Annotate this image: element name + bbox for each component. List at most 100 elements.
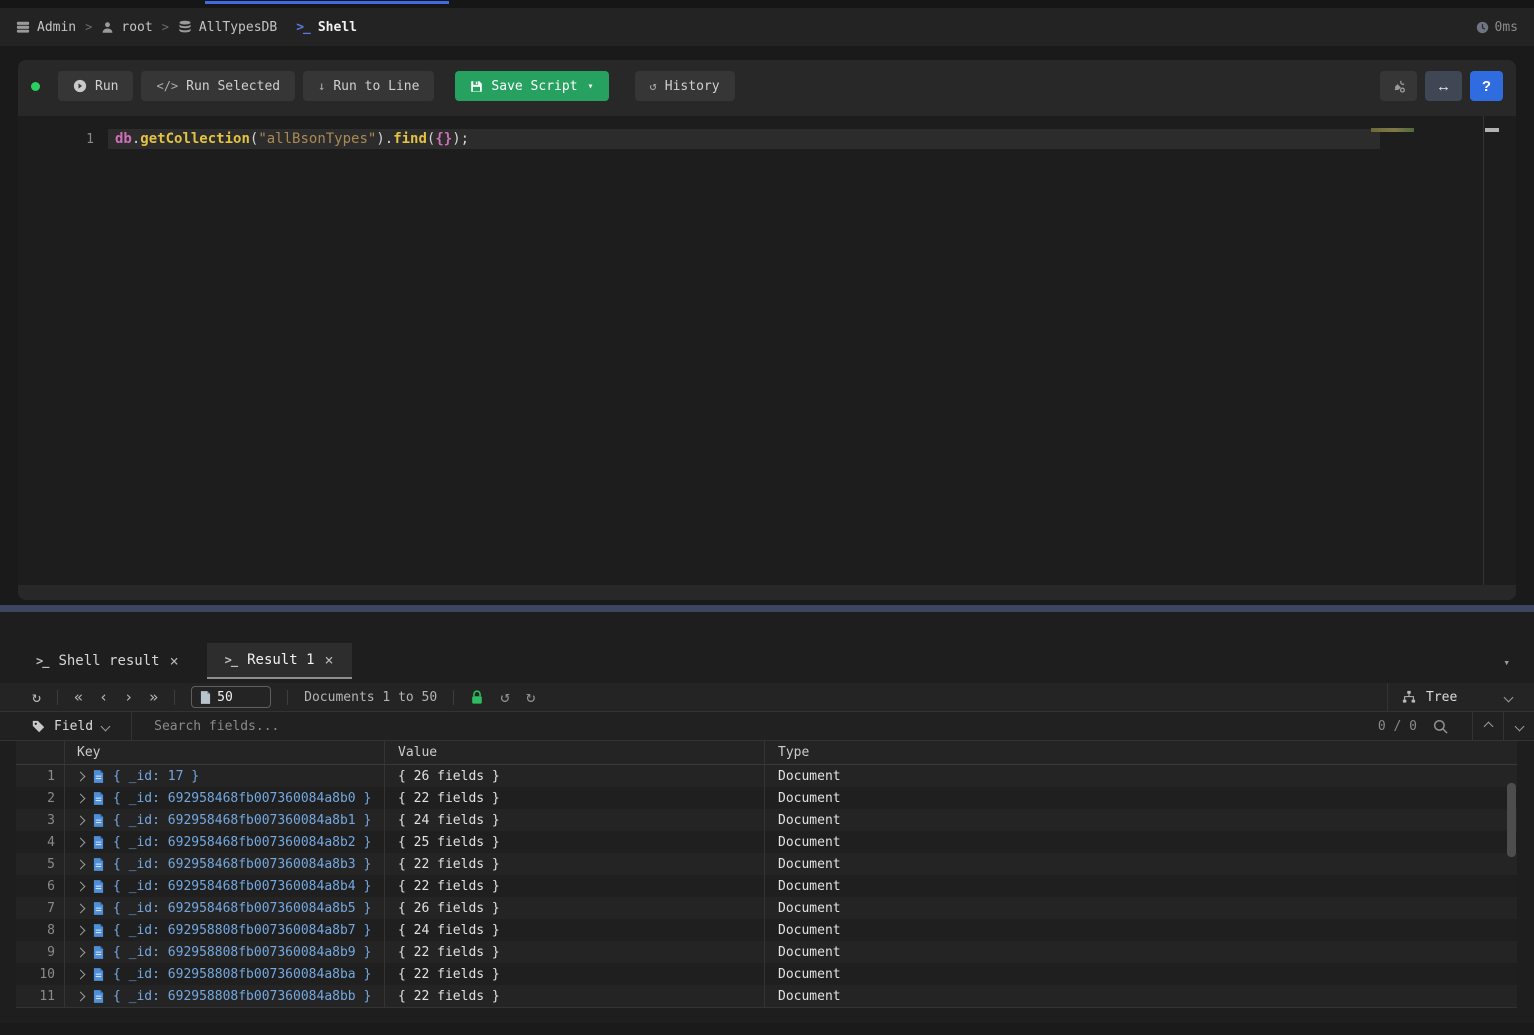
row-key-cell[interactable]: { _id: 692958468fb007360084a8b4 } [64,875,384,897]
row-value-cell[interactable]: { 22 fields } [384,985,764,1007]
row-value-cell[interactable]: { 24 fields } [384,809,764,831]
breadcrumb-item-shell[interactable]: >_ Shell [296,20,357,35]
search-fields-input[interactable] [142,719,1368,734]
table-row[interactable]: 1 { _id: 17 } { 26 fields } Document [16,765,1517,787]
close-icon[interactable]: × [325,651,334,669]
column-header-value[interactable]: Value [384,741,764,764]
document-icon [93,968,104,981]
tabs-overflow-caret-icon[interactable]: ▾ [1503,656,1510,669]
table-row[interactable]: 5 { _id: 692958468fb007360084a8b3 } { 22… [16,853,1517,875]
breadcrumb-item-user[interactable]: root [101,20,152,35]
expand-chevron-icon[interactable] [76,969,86,979]
row-value-cell[interactable]: { 22 fields } [384,875,764,897]
row-value-cell[interactable]: { 22 fields } [384,787,764,809]
row-key-cell[interactable]: { _id: 692958468fb007360084a8b2 } [64,831,384,853]
table-row[interactable]: 2 { _id: 692958468fb007360084a8b0 } { 22… [16,787,1517,809]
previous-match-button[interactable] [1473,712,1503,740]
table-row[interactable]: 3 { _id: 692958468fb007360084a8b1 } { 24… [16,809,1517,831]
next-match-button[interactable] [1504,712,1534,740]
document-icon [93,770,104,783]
undo-icon[interactable]: ↺ [500,689,510,705]
history-button[interactable]: ↺ History [635,71,735,101]
terminal-icon: >_ [296,20,310,35]
redo-icon[interactable]: ↻ [526,689,536,705]
refresh-icon[interactable]: ↻ [32,690,41,705]
row-key-cell[interactable]: { _id: 692958468fb007360084a8b1 } [64,809,384,831]
run-button[interactable]: Run [58,71,133,101]
table-row[interactable]: 10 { _id: 692958808fb007360084a8ba } { 2… [16,963,1517,985]
minimap[interactable] [1371,128,1414,132]
row-value-cell[interactable]: { 24 fields } [384,919,764,941]
breadcrumb-separator: > [85,20,92,34]
row-value-cell[interactable]: { 22 fields } [384,941,764,963]
code-editor[interactable]: 1 db.getCollection("allBsonTypes").find(… [18,116,1516,585]
row-key-cell[interactable]: { _id: 692958808fb007360084a8b9 } [64,941,384,963]
tab-result-1[interactable]: >_ Result 1 × [207,643,352,679]
script-panel: Run </> Run Selected ↓ Run to Line Save … [18,60,1516,600]
expand-chevron-icon[interactable] [76,815,86,825]
table-row[interactable]: 9 { _id: 692958808fb007360084a8b9 } { 22… [16,941,1517,963]
divider [131,712,132,741]
row-key-cell[interactable]: { _id: 692958808fb007360084a8ba } [64,963,384,985]
field-filter-dropdown[interactable]: Field [32,719,109,734]
column-header-type[interactable]: Type [764,741,1517,764]
table-row[interactable]: 6 { _id: 692958468fb007360084a8b4 } { 22… [16,875,1517,897]
row-value-cell[interactable]: { 26 fields } [384,897,764,919]
last-page-icon[interactable]: » [149,690,158,705]
expand-chevron-icon[interactable] [76,793,86,803]
expand-chevron-icon[interactable] [76,903,86,913]
row-value-cell[interactable]: { 22 fields } [384,853,764,875]
help-button[interactable]: ? [1470,71,1503,101]
table-row[interactable]: 8 { _id: 692958808fb007360084a8b7 } { 24… [16,919,1517,941]
breadcrumb-item-admin[interactable]: Admin [16,20,76,35]
save-script-button[interactable]: Save Script ▾ [455,71,608,101]
row-value-cell[interactable]: { 22 fields } [384,963,764,985]
panel-splitter[interactable] [0,605,1534,612]
row-key-cell[interactable]: { _id: 17 } [64,765,384,787]
expand-chevron-icon[interactable] [76,881,86,891]
row-key-cell[interactable]: { _id: 692958468fb007360084a8b3 } [64,853,384,875]
expand-chevron-icon[interactable] [76,837,86,847]
row-value-cell[interactable]: { 25 fields } [384,831,764,853]
expand-chevron-icon[interactable] [76,947,86,957]
plugins-button[interactable] [1380,71,1417,101]
table-row[interactable]: 7 { _id: 692958468fb007360084a8b5 } { 26… [16,897,1517,919]
table-row[interactable]: 4 { _id: 692958468fb007360084a8b2 } { 25… [16,831,1517,853]
expand-chevron-icon[interactable] [76,991,86,1001]
close-icon[interactable]: × [170,652,179,670]
next-page-icon[interactable]: › [124,690,133,705]
run-to-line-button[interactable]: ↓ Run to Line [303,71,434,101]
editor-scrollbar-thumb[interactable] [1485,128,1499,132]
expand-chevron-icon[interactable] [76,859,86,869]
row-value-cell[interactable]: { 26 fields } [384,765,764,787]
document-icon [93,990,104,1003]
expand-chevron-icon[interactable] [76,771,86,781]
code-line[interactable]: 1 db.getCollection("allBsonTypes").find(… [18,116,1516,149]
table-row[interactable]: 11 { _id: 692958808fb007360084a8bb } { 2… [16,985,1517,1007]
tab-shell-result[interactable]: >_ Shell result × [18,643,197,679]
view-mode-dropdown[interactable]: Tree [1387,683,1534,711]
page-size-box[interactable] [191,686,271,708]
breadcrumb-item-database[interactable]: AllTypesDB [178,20,277,35]
document-icon [93,858,104,871]
column-header-key[interactable]: Key [64,741,384,764]
code-token: find [393,131,427,147]
breadcrumb: Admin > root > AllTypesDB >_ Shell 0ms [0,8,1534,46]
row-key-cell[interactable]: { _id: 692958808fb007360084a8bb } [64,985,384,1007]
previous-page-icon[interactable]: ‹ [99,690,108,705]
search-icon[interactable] [1433,719,1448,734]
result-toolbar: ↻ « ‹ › » Documents 1 to 50 ↺ ↻ Tree [0,683,1534,712]
row-key-cell[interactable]: { _id: 692958468fb007360084a8b0 } [64,787,384,809]
row-key-cell[interactable]: { _id: 692958468fb007360084a8b5 } [64,897,384,919]
code-text[interactable]: db.getCollection("allBsonTypes").find({}… [94,131,469,147]
documents-range-label: Documents 1 to 50 [304,690,437,705]
terminal-icon: >_ [36,654,48,668]
lock-icon[interactable] [470,690,484,705]
expand-horizontal-button[interactable]: ↔ [1425,71,1462,101]
table-scrollbar-thumb[interactable] [1507,783,1516,857]
run-selected-button[interactable]: </> Run Selected [141,71,295,101]
row-key-cell[interactable]: { _id: 692958808fb007360084a8b7 } [64,919,384,941]
expand-chevron-icon[interactable] [76,925,86,935]
first-page-icon[interactable]: « [74,690,83,705]
page-size-input[interactable] [217,690,251,705]
